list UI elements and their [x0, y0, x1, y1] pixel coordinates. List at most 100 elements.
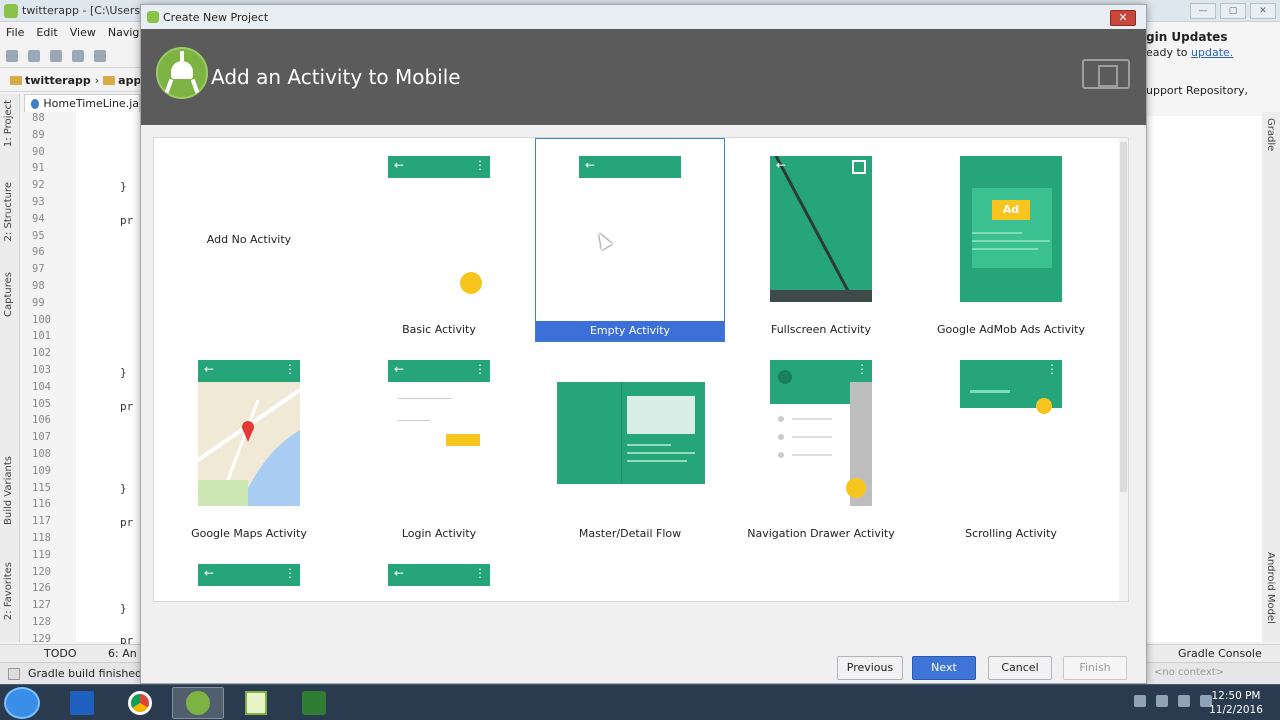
line-number: 90 [32, 145, 45, 158]
line-number: 109 [32, 464, 51, 477]
back-arrow-icon: ← [204, 362, 215, 376]
line-number: 103 [32, 363, 51, 376]
tool-window-favorites[interactable]: 2: Favorites [3, 562, 14, 620]
next-button[interactable]: Next [912, 656, 976, 680]
taskbar-android-studio[interactable] [172, 687, 224, 719]
taskbar-chrome[interactable] [114, 687, 166, 719]
activity-label: Login Activity [401, 527, 477, 540]
open-folder-icon[interactable] [6, 49, 18, 62]
sync-icon[interactable] [50, 49, 62, 62]
finish-button[interactable]: Finish [1063, 656, 1127, 680]
editor-tab-hometimeline[interactable]: HomeTimeLine.ja [24, 94, 140, 112]
menu-view[interactable]: View [70, 26, 96, 39]
line-number: 120 [32, 565, 51, 578]
drawer-preview [770, 360, 850, 506]
ide-title: twitterapp - [C:\Users\ [22, 4, 144, 17]
dialog-header: Add an Activity to Mobile [141, 29, 1146, 125]
minimize-button[interactable]: — [1190, 3, 1216, 19]
activity-tile-login-activity[interactable]: ← ⋮ Login Activity [344, 342, 534, 546]
previous-button[interactable]: Previous [837, 656, 903, 680]
back-arrow-icon: ← [776, 158, 787, 172]
activity-label: Google Maps Activity [191, 527, 307, 540]
activity-tile-navigation-drawer-activity[interactable]: ⋮ Navigation Drawer Activity [726, 342, 916, 546]
activity-label: Master/Detail Flow [578, 527, 682, 540]
tool-window-captures[interactable]: Captures [3, 272, 14, 317]
line-number: 92 [32, 179, 45, 192]
folder-icon [10, 76, 22, 85]
tray-volume-icon[interactable] [1178, 695, 1190, 707]
activity-preview: ⋮ [960, 360, 1062, 506]
tool-window-build-variants[interactable]: Build Variants [3, 456, 14, 525]
tool-window-project[interactable]: 1: Project [3, 100, 14, 147]
status-toggle-icon[interactable] [8, 668, 20, 680]
activity-tile-add-no-activity[interactable]: Add No Activity [154, 138, 344, 342]
line-number: 94 [32, 212, 45, 225]
breadcrumb-project[interactable]: twitterapp [10, 74, 91, 87]
chrome-icon [128, 691, 152, 715]
activity-label: Basic Activity [402, 323, 476, 336]
class-icon [31, 98, 40, 109]
back-arrow-icon: ← [394, 566, 405, 580]
redo-icon[interactable] [94, 49, 106, 62]
gradle-console-tab[interactable]: Gradle Console [1178, 647, 1262, 660]
avatar [778, 370, 792, 384]
maximize-button[interactable]: ▢ [1220, 3, 1246, 19]
breadcrumb-app[interactable]: app [103, 74, 141, 87]
taskbar: 12:50 PM 11/2/2016 [0, 684, 1280, 720]
line-number: 119 [32, 548, 51, 561]
dialog-title: Create New Project [163, 11, 269, 24]
code-fragment: } [120, 482, 127, 495]
line-number: 118 [32, 531, 51, 544]
tray-network-icon[interactable] [1156, 695, 1168, 707]
taskbar-clock[interactable]: 12:50 PM 11/2/2016 [1206, 689, 1266, 717]
tool-window-structure[interactable]: 2: Structure [3, 182, 14, 241]
overflow-menu-icon: ⋮ [284, 362, 296, 376]
dialog-close-button[interactable]: ✕ [1110, 10, 1136, 26]
activity-label: Add No Activity [206, 233, 292, 246]
activity-tile-master-detail-flow[interactable]: Master/Detail Flow [535, 342, 725, 546]
android-monitor-tab[interactable]: 6: An [108, 647, 137, 660]
menu-file[interactable]: File [6, 26, 24, 39]
update-notification-panel: gin Updates eady to update. upport Repos… [1146, 22, 1280, 642]
code-editor[interactable]: } pr } pr } pr } pr [76, 112, 140, 647]
repository-text: upport Repository, [1146, 84, 1248, 97]
floppy-icon [70, 691, 94, 715]
context-indicator: <no context> [1154, 667, 1225, 678]
taskbar-camtasia[interactable] [288, 687, 340, 719]
updates-text: eady to update. [1146, 46, 1234, 59]
start-button-icon[interactable] [4, 687, 40, 719]
line-number: 102 [32, 347, 51, 360]
activity-tile-admob-ads-activity[interactable]: Ad Google AdMob Ads Activity [916, 138, 1106, 342]
update-link[interactable]: update. [1191, 46, 1233, 59]
activity-tile-scrolling-activity[interactable]: ⋮ Scrolling Activity [916, 342, 1106, 546]
activity-tile-google-maps-activity[interactable]: ← ⋮ Google Maps Activity [154, 342, 344, 546]
code-fragment: pr [120, 400, 134, 413]
save-icon[interactable] [28, 49, 40, 62]
breadcrumb: twitterapp › app [0, 70, 141, 92]
close-button[interactable]: ✕ [1250, 3, 1276, 19]
cancel-button[interactable]: Cancel [988, 656, 1052, 680]
scrollbar-thumb[interactable] [1120, 142, 1127, 492]
todo-tab[interactable]: TODO [44, 647, 77, 660]
activity-tile-partial[interactable]: ← ⋮ [344, 546, 534, 601]
overflow-menu-icon: ⋮ [474, 158, 486, 172]
line-number: 126 [32, 582, 51, 595]
activity-tile-partial[interactable]: ← ⋮ [154, 546, 344, 601]
tool-window-gradle[interactable]: Gradle [1265, 118, 1276, 151]
tray-arrow-icon[interactable] [1134, 695, 1146, 707]
menu-edit[interactable]: Edit [36, 26, 57, 39]
taskbar-notepad[interactable] [230, 687, 282, 719]
overflow-menu-icon: ⋮ [474, 362, 486, 376]
activity-tile-empty-activity[interactable]: ← Empty Activity [535, 138, 725, 342]
back-arrow-icon: ← [204, 566, 215, 580]
breadcrumb-separator-icon: › [94, 74, 100, 87]
gallery-scrollbar[interactable] [1119, 138, 1128, 601]
activity-tile-fullscreen-activity[interactable]: ← Fullscreen Activity [726, 138, 916, 342]
activity-preview: ← ⋮ [388, 564, 490, 601]
tool-window-android-model[interactable]: Android Model [1265, 552, 1276, 624]
android-studio-icon [147, 11, 159, 23]
undo-icon[interactable] [72, 49, 84, 62]
activity-tile-basic-activity[interactable]: ← ⋮ Basic Activity [344, 138, 534, 342]
taskbar-save-app[interactable] [56, 687, 108, 719]
right-tool-strip: Gradle Android Model [1262, 112, 1280, 642]
